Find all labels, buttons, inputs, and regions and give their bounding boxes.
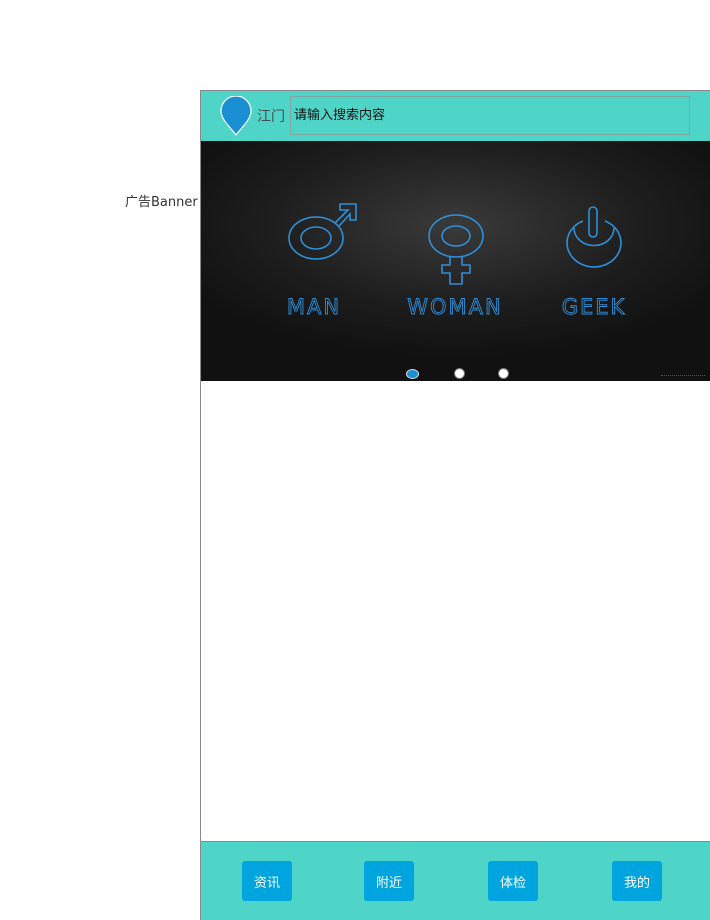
search-input[interactable]: [290, 96, 690, 135]
banner-watermark: [661, 375, 705, 378]
banner-annotation-label: 广告Banner: [125, 195, 198, 210]
nav-button-news[interactable]: 资讯: [242, 861, 292, 901]
banner-label-man: MAN: [287, 295, 341, 319]
female-symbol-icon: [428, 214, 484, 285]
banner-label-woman: WOMAN: [407, 295, 503, 319]
male-symbol-icon: [288, 203, 357, 260]
main-content-area: [201, 381, 710, 841]
banner-label-geek: GEEK: [562, 295, 627, 319]
power-icon: [566, 206, 622, 268]
nav-button-profile[interactable]: 我的: [612, 861, 662, 901]
phone-frame: 江门 MAN WOMAN G: [200, 90, 710, 920]
location-pin-icon[interactable]: [220, 96, 252, 136]
city-label[interactable]: 江门: [257, 106, 285, 126]
bottom-navigation: 资讯 附近 体检 我的: [201, 841, 710, 920]
ad-banner[interactable]: MAN WOMAN GEEK: [201, 141, 710, 381]
carousel-dot-1[interactable]: [406, 369, 419, 379]
nav-button-nearby[interactable]: 附近: [364, 861, 414, 901]
top-header: 江门: [201, 91, 710, 141]
carousel-dot-2[interactable]: [454, 368, 465, 379]
carousel-dot-3[interactable]: [498, 368, 509, 379]
nav-button-checkup[interactable]: 体检: [488, 861, 538, 901]
